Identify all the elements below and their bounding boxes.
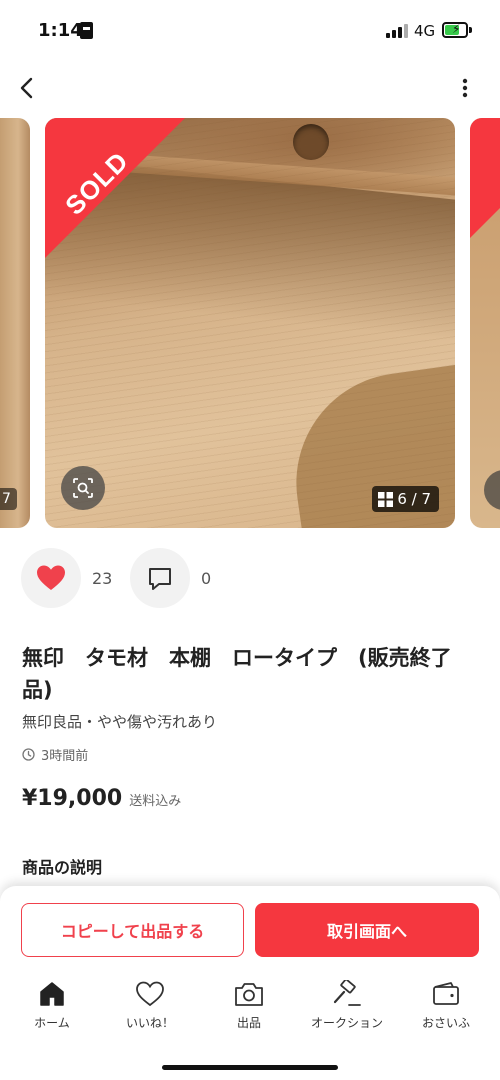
gavel-icon	[333, 980, 361, 1006]
image-search-icon	[73, 478, 93, 498]
tab-auction[interactable]: オークション	[297, 980, 397, 1036]
tab-home[interactable]: ホーム	[2, 980, 102, 1036]
image-counter[interactable]: 6 / 7	[372, 486, 439, 512]
product-photo[interactable]: SOLD 6 / 7	[45, 118, 455, 528]
status-bar: 1:14 4G ⚡	[0, 0, 500, 64]
price-row: ¥19,000 送料込み	[22, 786, 181, 811]
like-button[interactable]	[21, 548, 81, 608]
grid-icon	[378, 491, 394, 507]
signal-icon	[386, 24, 408, 38]
trade-screen-button[interactable]: 取引画面へ	[255, 903, 479, 957]
previous-slide[interactable]: 7	[0, 118, 30, 528]
network-type: 4G	[414, 22, 436, 40]
tab-wallet-label: おさいふ	[421, 1016, 470, 1030]
description-heading: 商品の説明	[22, 858, 103, 877]
item-condition: 無印良品・やや傷や汚れあり	[22, 713, 218, 731]
next-slide-zoom-button	[484, 470, 500, 510]
like-count: 23	[92, 569, 113, 588]
tab-auction-label: オークション	[310, 1016, 383, 1030]
tab-wallet[interactable]: おさいふ	[396, 980, 496, 1036]
heart-icon	[37, 565, 65, 590]
comment-count: 0	[201, 569, 212, 588]
status-time: 1:14	[38, 20, 83, 41]
home-indicator	[162, 1065, 338, 1070]
tab-likes[interactable]: いいね！	[100, 980, 200, 1036]
clock-icon	[22, 748, 35, 761]
next-slide[interactable]	[470, 118, 500, 528]
posted-time: 3時間前	[22, 745, 88, 764]
camera-icon	[235, 983, 263, 1006]
bottom-action-bar: コピーして出品する 取引画面へ ホーム いいね！ 出品 オークション おさいふ	[0, 886, 500, 1080]
tab-sell-label: 出品	[236, 1016, 261, 1030]
battery-cap	[469, 27, 472, 33]
posted-time-text: 3時間前	[41, 749, 89, 764]
comment-icon	[149, 568, 171, 590]
copy-listing-button[interactable]: コピーして出品する	[21, 903, 244, 957]
zoom-button[interactable]	[61, 466, 105, 510]
image-counter-text: 6 / 7	[397, 490, 431, 508]
orientation-lock-icon	[80, 22, 93, 39]
image-carousel[interactable]: 7 SOLD 6 / 7	[0, 118, 500, 528]
next-slide-sold-ribbon	[470, 118, 500, 238]
tab-likes-label: いいね！	[125, 1016, 174, 1030]
chevron-left-icon[interactable]	[14, 74, 42, 102]
tab-sell[interactable]: 出品	[199, 980, 299, 1036]
battery-charging-icon: ⚡	[442, 22, 468, 38]
wallet-icon	[433, 982, 459, 1005]
sold-ribbon	[45, 118, 185, 258]
previous-slide-counter: 7	[0, 488, 17, 510]
tab-bar: ホーム いいね！ 出品 オークション おさいふ	[0, 980, 500, 1036]
home-icon	[40, 982, 64, 1006]
shipping-note: 送料込み	[129, 794, 182, 809]
price: ¥19,000	[22, 786, 123, 811]
more-vertical-icon[interactable]	[452, 74, 478, 102]
tab-home-label: ホーム	[34, 1016, 70, 1030]
heart-icon	[136, 981, 164, 1007]
item-title: 無印 タモ材 本棚 ロータイプ (販売終了品)	[22, 646, 452, 702]
comment-button[interactable]	[130, 548, 190, 608]
